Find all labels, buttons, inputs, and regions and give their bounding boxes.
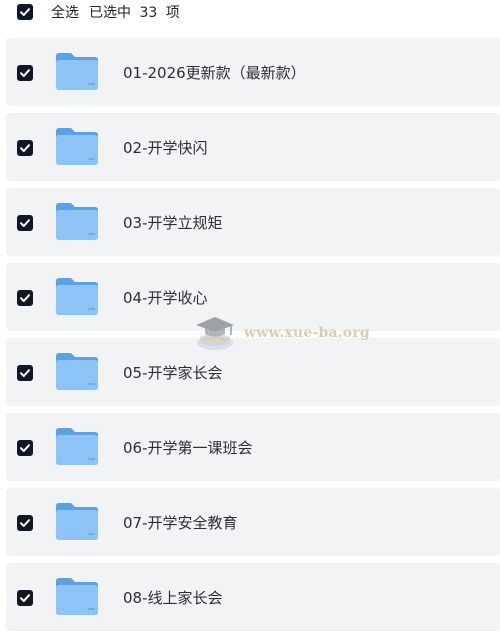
check-icon xyxy=(20,444,30,452)
item-checkbox[interactable] xyxy=(17,440,33,456)
check-icon xyxy=(20,8,30,16)
select-all-label[interactable]: 全选 xyxy=(51,2,79,22)
check-icon xyxy=(20,519,30,527)
select-all-bar: 全选 已选中 33 项 xyxy=(0,0,500,24)
folder-name[interactable]: 07-开学安全教育 xyxy=(123,512,238,533)
folder-name[interactable]: 04-开学收心 xyxy=(123,287,208,308)
watermark-text: www.xue-ba.org xyxy=(244,325,370,341)
folder-icon xyxy=(56,353,98,390)
check-icon xyxy=(20,594,30,602)
check-icon xyxy=(20,369,30,377)
item-checkbox[interactable] xyxy=(17,65,33,81)
folder-name[interactable]: 06-开学第一课班会 xyxy=(123,437,253,458)
folder-name[interactable]: 08-线上家长会 xyxy=(123,587,223,608)
folder-icon xyxy=(56,203,98,240)
check-icon xyxy=(20,219,30,227)
item-checkbox[interactable] xyxy=(17,140,33,156)
item-checkbox[interactable] xyxy=(17,365,33,381)
folder-icon xyxy=(56,503,98,540)
folder-icon xyxy=(56,578,98,615)
check-icon xyxy=(20,144,30,152)
list-item[interactable]: 07-开学安全教育 xyxy=(6,488,500,556)
folder-name[interactable]: 03-开学立规矩 xyxy=(123,212,223,233)
list-item[interactable]: 01-2026更新款（最新款） xyxy=(6,38,500,106)
selected-count-text: 已选中 33 项 xyxy=(89,5,180,21)
item-checkbox[interactable] xyxy=(17,290,33,306)
check-icon xyxy=(20,294,30,302)
folder-icon xyxy=(56,428,98,465)
list-item[interactable]: 02-开学快闪 xyxy=(6,113,500,181)
list-item[interactable]: 03-开学立规矩 xyxy=(6,188,500,256)
select-all-checkbox[interactable] xyxy=(17,4,33,20)
watermark: www.xue-ba.org xyxy=(192,313,370,353)
folder-name[interactable]: 02-开学快闪 xyxy=(123,137,208,158)
folder-icon xyxy=(56,278,98,315)
check-icon xyxy=(20,69,30,77)
folder-name[interactable]: 01-2026更新款（最新款） xyxy=(123,62,306,83)
graduation-cap-logo xyxy=(196,317,234,350)
list-item[interactable]: 06-开学第一课班会 xyxy=(6,413,500,481)
list-item[interactable]: 08-线上家长会 xyxy=(6,563,500,631)
item-checkbox[interactable] xyxy=(17,215,33,231)
item-checkbox[interactable] xyxy=(17,515,33,531)
folder-icon xyxy=(56,53,98,90)
folder-name[interactable]: 05-开学家长会 xyxy=(123,362,223,383)
folder-icon xyxy=(56,128,98,165)
item-checkbox[interactable] xyxy=(17,590,33,606)
